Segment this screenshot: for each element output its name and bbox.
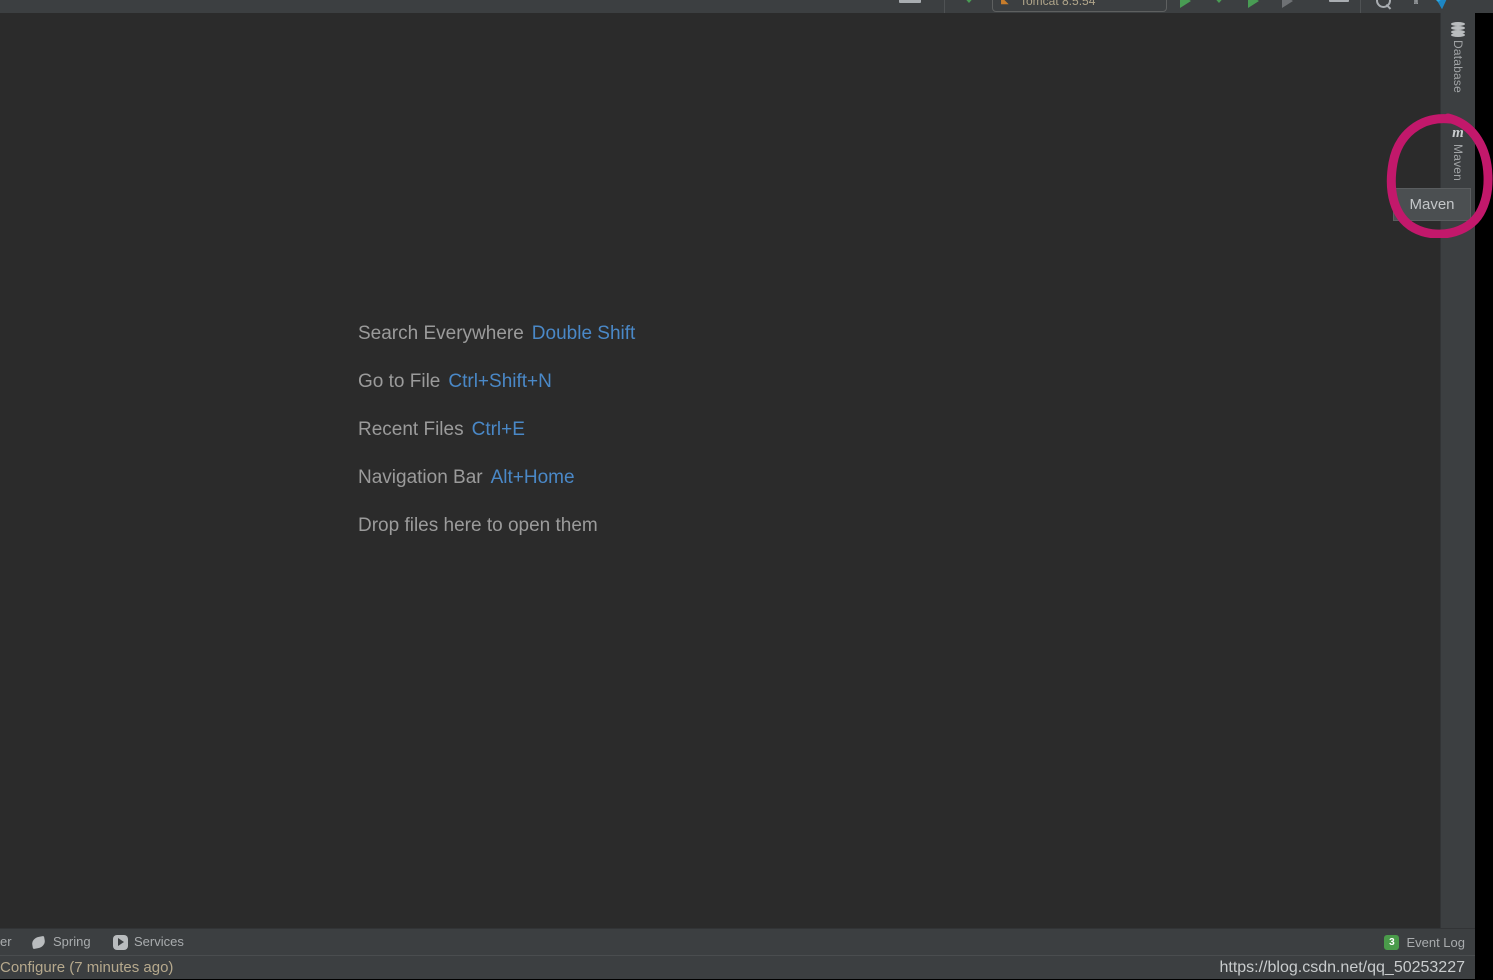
hint-row: Navigation Bar Alt+Home [358, 454, 1058, 502]
status-message[interactable]: Configure (7 minutes ago) [0, 957, 173, 979]
hint-label: Recent Files [358, 419, 464, 440]
bottom-toolwindow-stripe: er Spring Services 3 Event Log [0, 928, 1475, 955]
toolbar-separator-2 [1360, 0, 1361, 13]
run-configuration-label: Tomcat 8.5.54 [1020, 0, 1096, 8]
screen-edge-gutter-top [1475, 0, 1493, 13]
status-bar: Configure (7 minutes ago) https://blog.c… [0, 955, 1475, 979]
database-icon [1451, 22, 1465, 37]
bottom-item-event-log[interactable]: 3 Event Log [1384, 929, 1465, 955]
maven-tooltip: Maven [1393, 188, 1471, 221]
ide-logo-icon[interactable] [1432, 0, 1449, 9]
debug-button[interactable] [1212, 0, 1226, 3]
watermark-url: https://blog.csdn.net/qq_50253227 [1219, 959, 1465, 976]
empty-editor-area: Search Everywhere Double Shift Go to File… [0, 13, 1440, 928]
screen-edge-gutter [1475, 0, 1493, 979]
bottom-item-label: Services [134, 934, 184, 949]
plugins-icon[interactable]: ✟ [1408, 0, 1424, 8]
hint-shortcut: Double Shift [531, 323, 636, 344]
run-with-coverage-button[interactable] [1248, 0, 1259, 8]
search-icon[interactable] [1376, 0, 1391, 8]
run-button[interactable] [1180, 0, 1191, 8]
event-log-badge: 3 [1384, 934, 1400, 950]
tomcat-icon: ◣ [1001, 0, 1009, 6]
sidebar-item-label: Database [1451, 40, 1465, 93]
stop-process-button[interactable] [1329, 0, 1349, 2]
hint-shortcut: Ctrl+E [471, 419, 525, 440]
bottom-item-terminal[interactable]: er [0, 929, 12, 955]
hint-row: Recent Files Ctrl+E [358, 406, 1058, 454]
bottom-item-spring[interactable]: Spring [32, 929, 91, 955]
hint-label: Go to File [358, 371, 441, 392]
hint-shortcut: Ctrl+Shift+N [448, 371, 552, 392]
spring-leaf-icon [32, 936, 47, 949]
select-run-config-dropdown[interactable] [962, 0, 976, 3]
hint-label: Navigation Bar [358, 467, 483, 488]
profile-button[interactable] [1282, 0, 1293, 8]
sidebar-item-label: Maven [1451, 144, 1465, 182]
run-configuration-combo[interactable]: ◣ Tomcat 8.5.54 [992, 0, 1167, 12]
toolbar-separator [944, 0, 945, 13]
hint-row: Go to File Ctrl+Shift+N [358, 358, 1058, 406]
services-play-icon [113, 934, 128, 950]
hint-row: Drop files here to open them [358, 502, 1058, 550]
stop-button[interactable] [899, 0, 921, 3]
ide-window: ◣ Tomcat 8.5.54 ✟ Search Everywhere Doubl… [0, 0, 1493, 979]
maven-m-icon: m [1452, 125, 1464, 141]
bottom-item-services[interactable]: Services [113, 929, 184, 955]
bottom-item-label: Spring [53, 934, 91, 949]
hint-label: Drop files here to open them [358, 515, 598, 536]
hint-row: Search Everywhere Double Shift [358, 310, 1058, 358]
right-toolwindow-stripe: Database m Maven [1440, 13, 1475, 928]
main-toolbar: ◣ Tomcat 8.5.54 ✟ [0, 0, 1475, 13]
event-log-label: Event Log [1406, 934, 1465, 950]
bottom-item-label: er [0, 934, 12, 949]
hint-shortcut: Alt+Home [490, 467, 575, 488]
hint-label: Search Everywhere [358, 323, 524, 344]
editor-hints: Search Everywhere Double Shift Go to File… [358, 310, 1058, 550]
